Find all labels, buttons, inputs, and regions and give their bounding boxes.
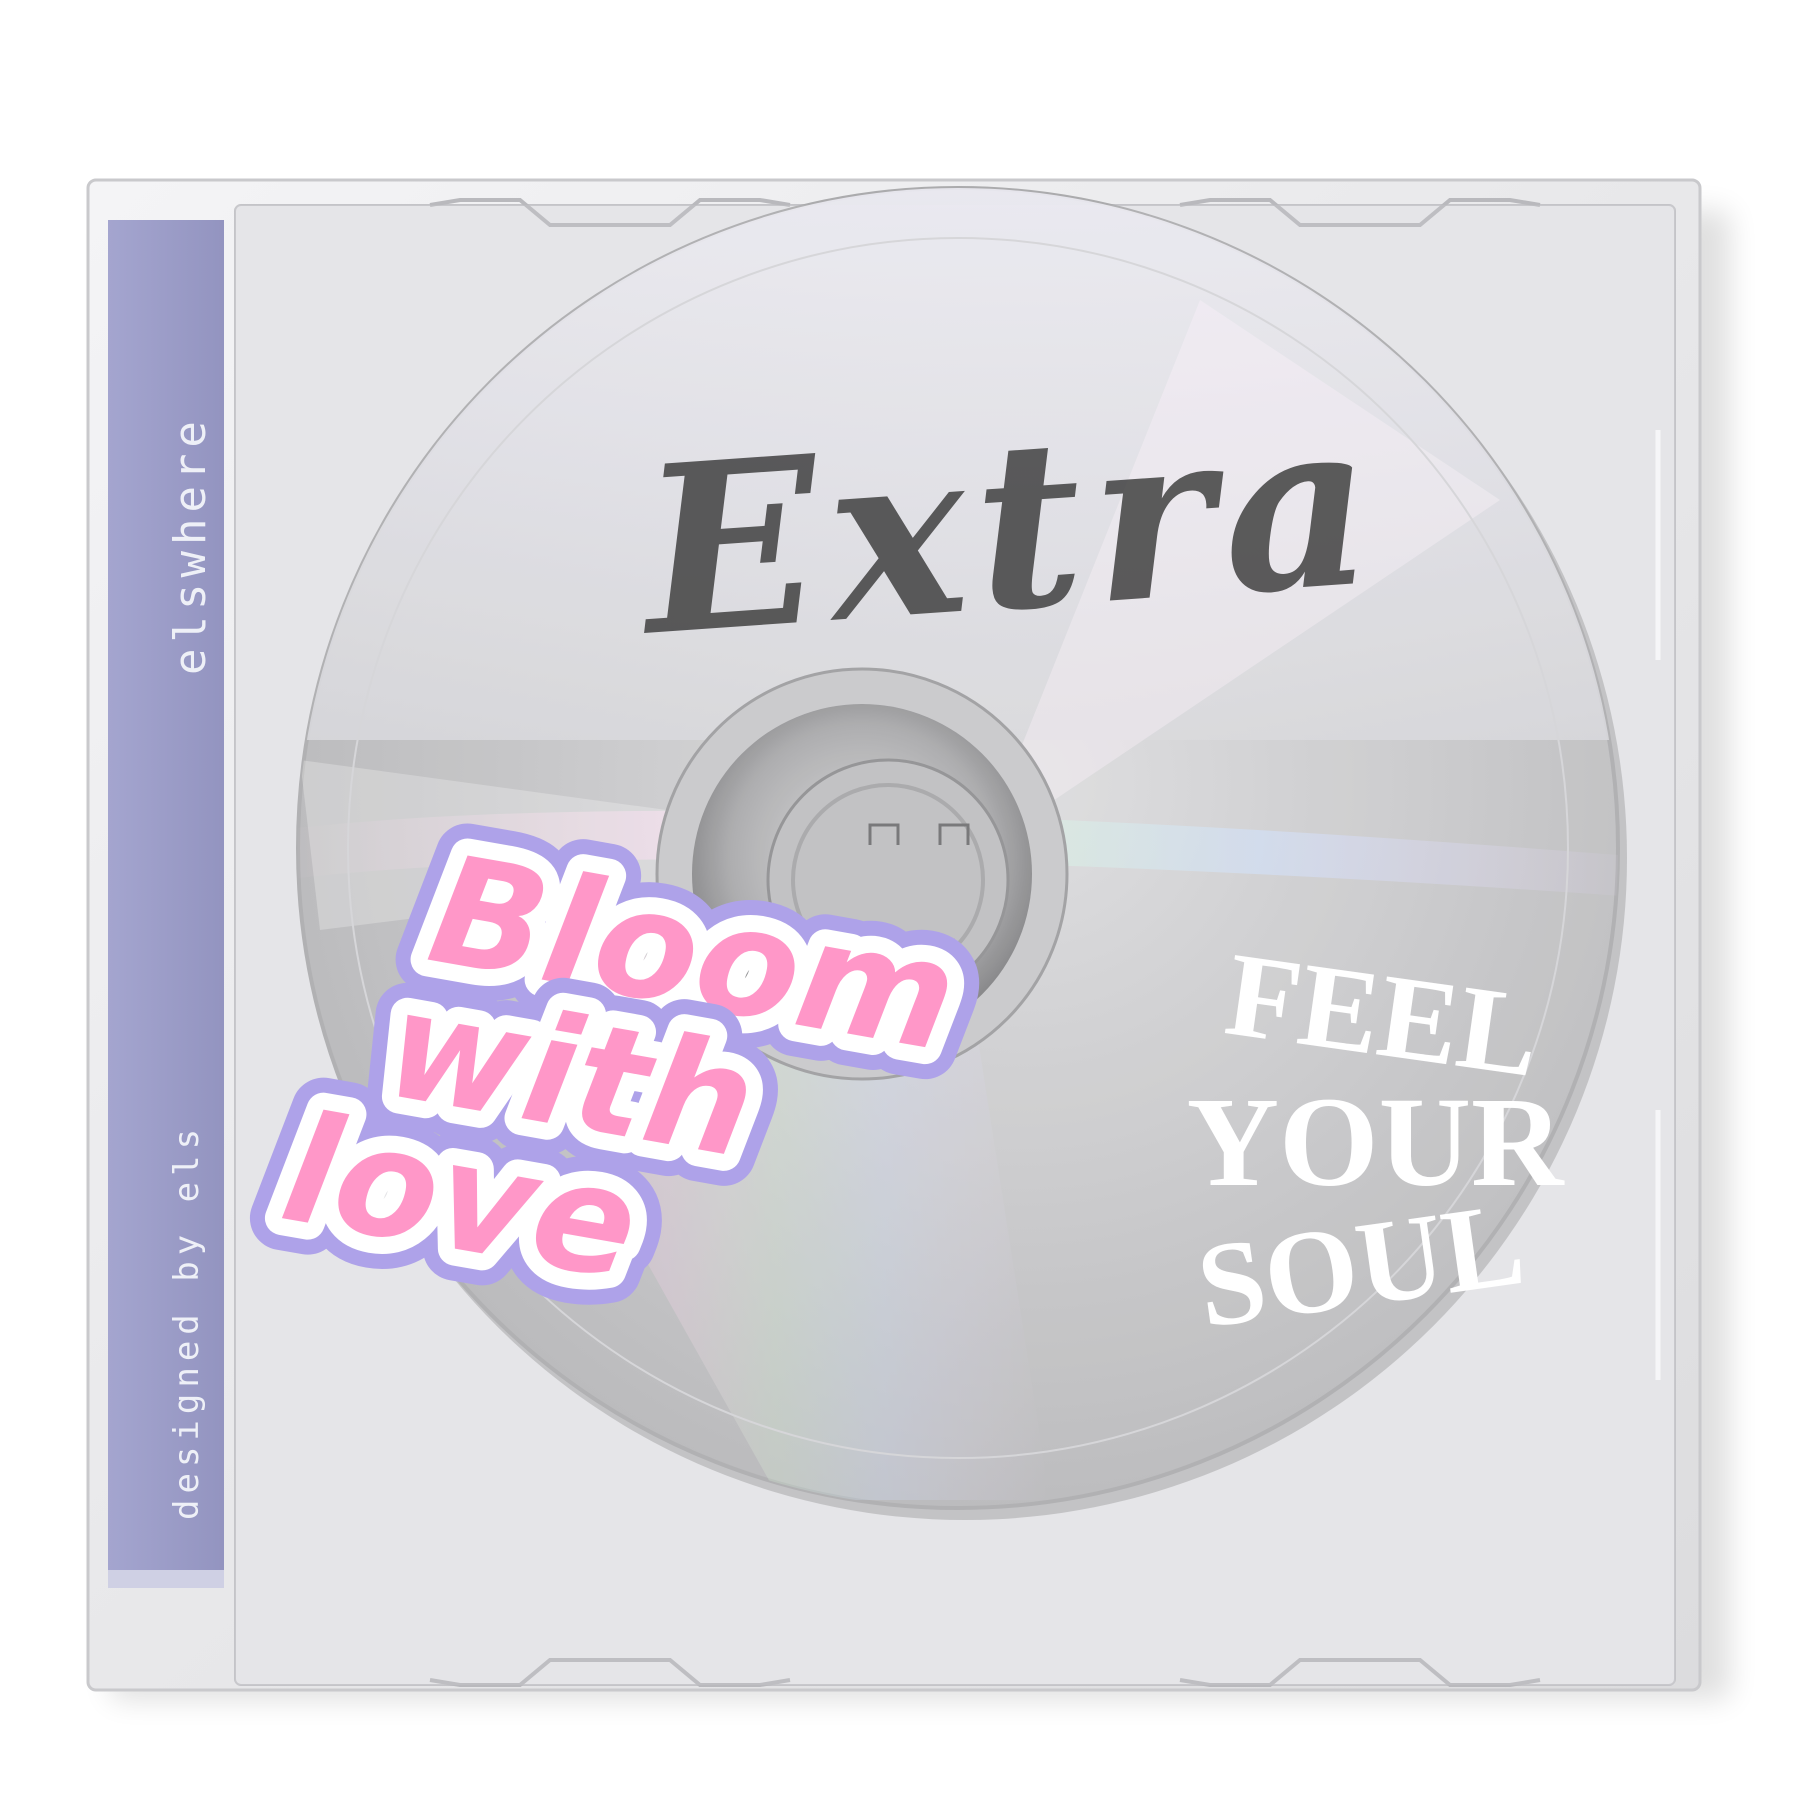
spine-title: elswhere (165, 415, 216, 675)
spine-credit: designed by els (167, 1122, 207, 1520)
cd-jewel-case-artwork: Extra Bloom Bloom Bloom with with with l… (0, 0, 1800, 1800)
